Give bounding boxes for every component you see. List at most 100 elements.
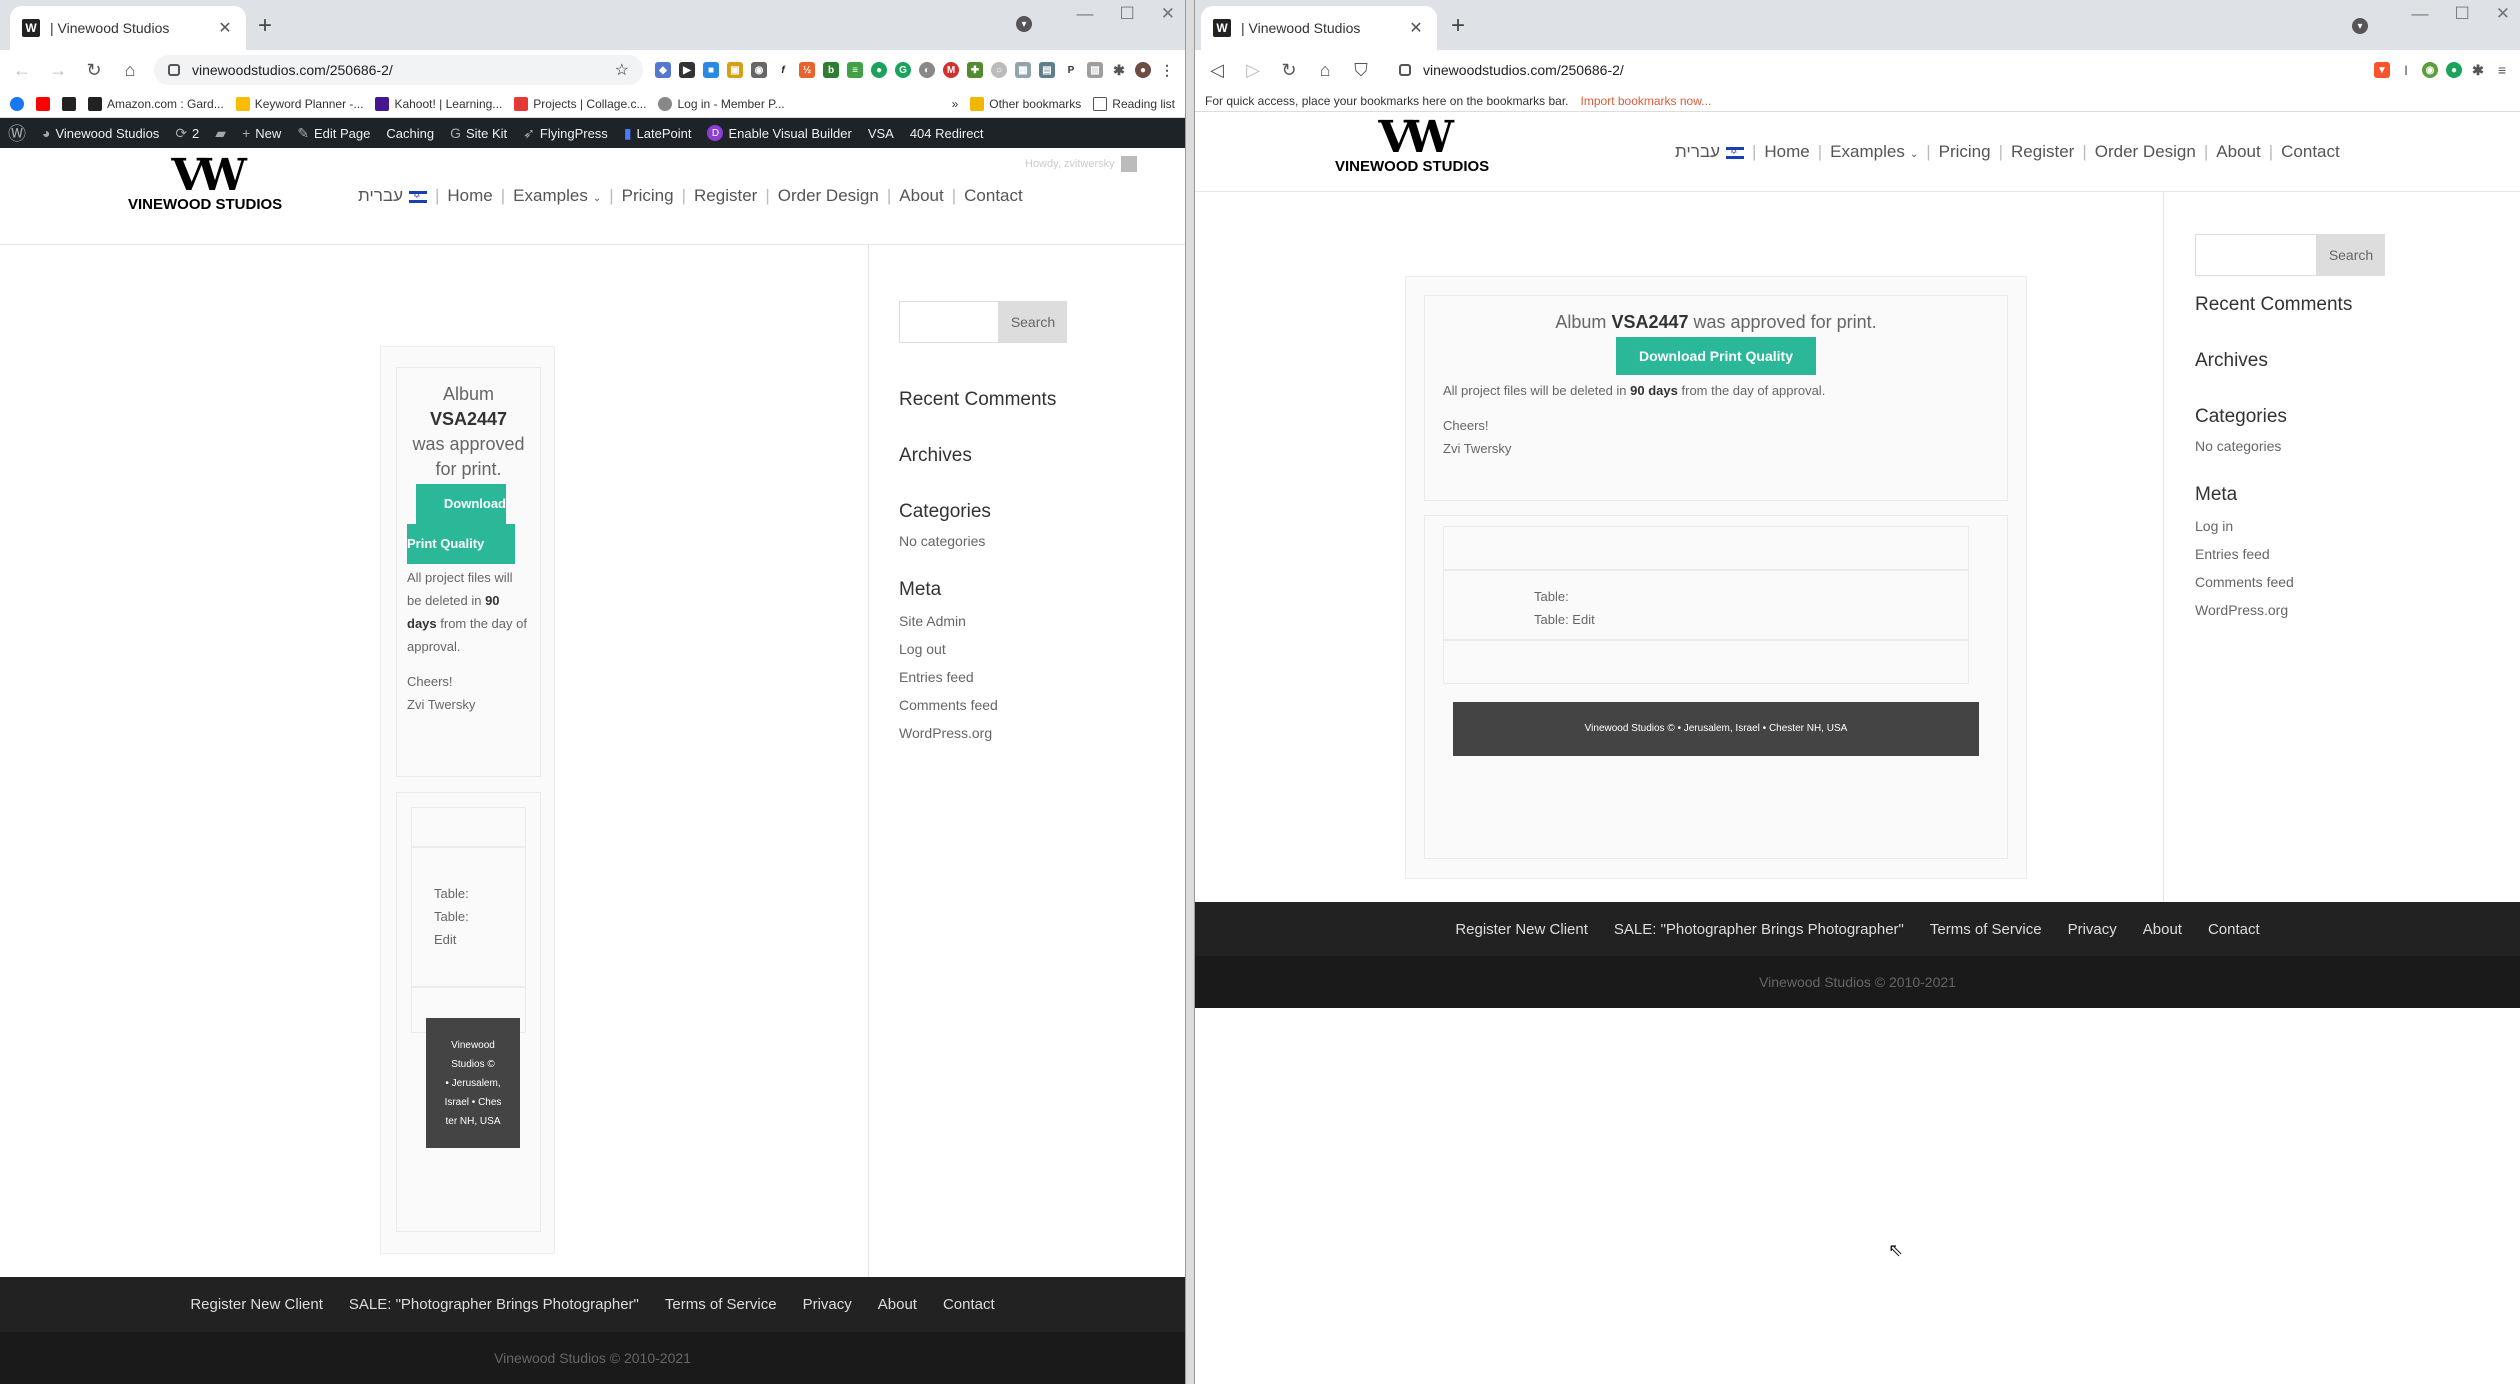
footer-sale-link[interactable]: SALE: "Photographer Brings Photographer" — [349, 1296, 639, 1313]
facebook-icon[interactable] — [10, 96, 24, 111]
footer-privacy-link[interactable]: Privacy — [2068, 921, 2117, 938]
comments-feed-link[interactable]: Comments feed — [2195, 574, 2425, 590]
footer-about-link[interactable]: About — [2143, 921, 2182, 938]
right-address-bar[interactable]: vinewoodstudios.com/250686-2/ — [1385, 55, 2362, 85]
admin-comments[interactable]: ▰ — [215, 125, 226, 142]
download-print-quality-button[interactable]: Download Print Quality — [1616, 337, 1816, 375]
search-input[interactable] — [899, 301, 999, 343]
table-edit-link[interactable]: Edit — [434, 928, 525, 951]
nav-about[interactable]: About — [2216, 142, 2260, 162]
extension-icon[interactable]: ○ — [991, 62, 1007, 78]
download-print-quality-button-wrap[interactable]: Print Quality — [407, 524, 515, 564]
entries-feed-link[interactable]: Entries feed — [2195, 546, 2425, 562]
back-icon[interactable]: ◁ — [1205, 60, 1229, 81]
brave-shield-icon[interactable]: ▼ — [2374, 62, 2390, 78]
left-active-tab[interactable]: W | Vinewood Studios ✕ — [10, 6, 246, 50]
extension-icon[interactable]: ✚ — [967, 62, 983, 78]
site-logo[interactable]: VW VINEWOOD STUDIOS — [1335, 116, 1489, 176]
extension-icon[interactable]: M — [943, 62, 959, 78]
puzzle-icon[interactable]: ✱ — [1111, 62, 1127, 78]
log-in-link[interactable]: Log in — [2195, 518, 2425, 534]
extension-icon[interactable]: ● — [871, 62, 887, 78]
admin-visual-builder[interactable]: D Enable Visual Builder — [707, 125, 852, 141]
admin-site-link[interactable]: ◕ Vinewood Studios — [42, 125, 159, 141]
youtube-icon[interactable] — [36, 96, 50, 111]
nav-hebrew[interactable]: עברית — [1675, 142, 1744, 162]
nav-order-design[interactable]: Order Design — [778, 186, 879, 206]
extension-icon[interactable]: G — [895, 62, 911, 78]
extension-icon[interactable]: ½ — [799, 62, 815, 78]
extension-icon[interactable]: ◉ — [751, 62, 767, 78]
entries-feed-link[interactable]: Entries feed — [899, 669, 1129, 685]
bookmark-item[interactable]: Keyword Planner -... — [235, 96, 363, 111]
reload-icon[interactable]: ↻ — [82, 60, 106, 81]
extension-icon[interactable]: ▶ — [679, 62, 695, 78]
minimize-icon[interactable]: — — [1077, 4, 1094, 24]
close-window-icon[interactable]: ✕ — [2496, 4, 2510, 24]
more-bookmarks-icon[interactable]: » — [952, 97, 959, 111]
home-icon[interactable]: ⌂ — [118, 60, 142, 81]
bookmark-item[interactable]: Amazon.com : Gard... — [88, 96, 224, 111]
admin-caching[interactable]: Caching — [386, 126, 434, 141]
nav-hebrew[interactable]: עברית — [358, 186, 427, 206]
nav-examples[interactable]: Examples ⌄ — [1830, 142, 1918, 162]
other-bookmarks-folder[interactable]: Other bookmarks — [970, 96, 1081, 111]
extension-icon[interactable]: ◐ — [919, 62, 935, 78]
extension-icon[interactable]: ◉ — [2422, 62, 2438, 78]
bookmark-star-icon[interactable]: ☆ — [615, 60, 629, 80]
avatar[interactable]: ● — [1135, 62, 1151, 78]
extension-icon[interactable]: b — [823, 62, 839, 78]
log-out-link[interactable]: Log out — [899, 641, 1129, 657]
wordpress-org-link[interactable]: WordPress.org — [899, 725, 1129, 741]
extension-icon[interactable]: ● — [2446, 62, 2462, 78]
nav-pricing[interactable]: Pricing — [1939, 142, 1991, 162]
download-print-quality-button[interactable]: Download — [416, 484, 506, 524]
nav-contact[interactable]: Contact — [2281, 142, 2340, 162]
table-edit-link[interactable]: Table: Edit — [1534, 608, 1968, 631]
howdy-user[interactable]: Howdy, zvitwersky — [1025, 156, 1137, 172]
admin-404-redirect[interactable]: 404 Redirect — [910, 126, 984, 141]
back-icon[interactable]: ← — [10, 60, 34, 81]
comments-feed-link[interactable]: Comments feed — [899, 697, 1129, 713]
search-input[interactable] — [2195, 234, 2317, 276]
nav-pricing[interactable]: Pricing — [622, 186, 674, 206]
extension-icon[interactable]: ◆ — [655, 62, 671, 78]
admin-flyingpress[interactable]: ➶ FlyingPress — [523, 125, 608, 142]
extension-icon[interactable]: ▦ — [1015, 62, 1031, 78]
footer-about-link[interactable]: About — [878, 1296, 917, 1313]
admin-latepoint[interactable]: ▮ LatePoint — [624, 125, 692, 142]
extension-icon[interactable]: ▧ — [1087, 62, 1103, 78]
close-tab-icon[interactable]: ✕ — [1407, 18, 1425, 38]
admin-updates[interactable]: ⟳ 2 — [175, 125, 199, 142]
extension-icon[interactable]: ▤ — [1039, 62, 1055, 78]
bookmark-item[interactable]: Projects | Collage.c... — [514, 96, 646, 111]
menu-icon[interactable]: ≡ — [2494, 62, 2510, 78]
admin-vsa[interactable]: VSA — [868, 126, 894, 141]
minimize-icon[interactable]: — — [2412, 4, 2429, 24]
extension-icon[interactable]: ≡ — [847, 62, 863, 78]
extension-icon[interactable]: ■ — [703, 62, 719, 78]
nav-register[interactable]: Register — [694, 186, 757, 206]
footer-privacy-link[interactable]: Privacy — [803, 1296, 852, 1313]
extension-icon[interactable]: f — [775, 62, 791, 78]
nav-register[interactable]: Register — [2011, 142, 2074, 162]
maximize-icon[interactable]: ☐ — [2455, 4, 2470, 24]
forward-icon[interactable]: → — [46, 60, 70, 81]
import-bookmarks-link[interactable]: Import bookmarks now... — [1581, 94, 1712, 108]
nav-about[interactable]: About — [899, 186, 943, 206]
close-tab-icon[interactable]: ✕ — [216, 18, 234, 38]
puzzle-icon[interactable]: ✱ — [2470, 62, 2486, 78]
site-logo[interactable]: VW VINEWOOD STUDIOS — [128, 154, 282, 214]
bookmark-icon[interactable]: ⛉ — [1349, 60, 1373, 81]
admin-edit-page[interactable]: ✎ Edit Page — [297, 125, 370, 142]
footer-register-link[interactable]: Register New Client — [190, 1296, 323, 1313]
right-active-tab[interactable]: W | Vinewood Studios ✕ — [1201, 6, 1437, 50]
extension-icon[interactable]: P — [1063, 62, 1079, 78]
maximize-icon[interactable]: ☐ — [1120, 4, 1135, 24]
amazon-icon[interactable] — [62, 96, 76, 111]
footer-sale-link[interactable]: SALE: "Photographer Brings Photographer" — [1614, 921, 1904, 938]
left-address-bar[interactable]: vinewoodstudios.com/250686-2/ ☆ — [154, 55, 643, 85]
nav-contact[interactable]: Contact — [964, 186, 1023, 206]
profile-menu-icon[interactable]: ▾ — [1016, 16, 1032, 32]
search-button[interactable]: Search — [999, 301, 1067, 343]
